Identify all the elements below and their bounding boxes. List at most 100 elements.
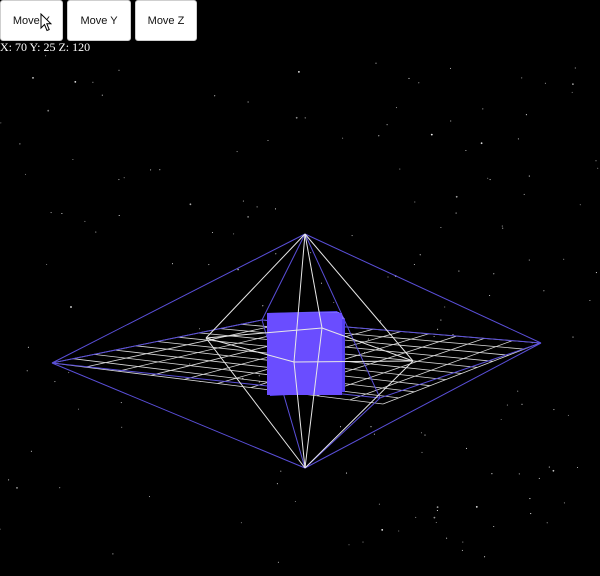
star: [256, 206, 258, 208]
star: [415, 516, 417, 518]
star: [548, 466, 550, 468]
star: [310, 252, 312, 254]
star: [247, 216, 250, 218]
star: [27, 346, 29, 348]
star: [528, 175, 530, 177]
star: [101, 94, 103, 96]
star: [118, 214, 120, 217]
star: [546, 522, 548, 524]
star: [440, 226, 442, 229]
position-readout: X: 70 Y: 25 Z: 120: [0, 40, 91, 54]
star: [92, 81, 94, 83]
star: [446, 537, 448, 539]
star: [120, 402, 122, 404]
star: [493, 273, 495, 275]
star: [50, 212, 52, 214]
star: [19, 143, 21, 145]
star: [339, 426, 342, 428]
star: [112, 553, 114, 555]
star: [70, 306, 72, 308]
cube: [267, 311, 345, 396]
move-z-button[interactable]: Move Z: [135, 0, 197, 41]
star: [465, 447, 468, 449]
star: [373, 433, 375, 435]
star: [475, 506, 478, 508]
star: [121, 426, 123, 428]
star: [440, 319, 442, 321]
star: [433, 335, 435, 338]
star: [280, 470, 282, 472]
star: [595, 272, 597, 274]
star: [387, 276, 389, 278]
star: [171, 263, 174, 265]
star: [367, 338, 369, 340]
star: [465, 149, 467, 152]
star: [198, 328, 201, 330]
3d-viewport[interactable]: [0, 0, 600, 576]
star: [333, 301, 335, 304]
star: [530, 513, 532, 515]
star: [452, 334, 454, 336]
star: [579, 204, 581, 206]
star: [444, 306, 446, 308]
star: [574, 67, 576, 69]
star: [502, 227, 504, 229]
star: [528, 259, 530, 261]
star: [375, 62, 377, 64]
star: [482, 108, 484, 110]
star: [378, 135, 380, 137]
star: [563, 258, 565, 260]
star: [0, 122, 2, 124]
star: [342, 137, 344, 139]
star: [345, 472, 348, 474]
star: [59, 487, 61, 489]
move-y-button[interactable]: Move Y: [67, 0, 131, 41]
star: [521, 77, 523, 79]
star: [123, 177, 125, 179]
star: [563, 502, 565, 504]
star: [54, 381, 56, 383]
star: [240, 522, 242, 524]
star: [298, 71, 300, 73]
star: [236, 151, 238, 153]
star: [274, 208, 277, 210]
star: [525, 114, 527, 116]
star: [398, 530, 400, 532]
star: [408, 77, 410, 79]
star: [233, 233, 235, 235]
star: [567, 414, 569, 416]
star: [159, 169, 161, 171]
star: [529, 498, 531, 500]
star: [399, 168, 401, 170]
star: [552, 469, 555, 472]
star: [320, 282, 323, 284]
star: [32, 77, 34, 79]
star: [370, 426, 372, 428]
star: [211, 231, 214, 234]
star: [84, 220, 86, 222]
star: [16, 487, 18, 489]
cube-face-front: [267, 313, 342, 395]
star: [74, 81, 77, 83]
star: [518, 473, 520, 475]
star: [348, 544, 350, 546]
star: [294, 500, 296, 503]
star: [30, 450, 32, 452]
star: [517, 138, 519, 140]
star: [589, 299, 591, 302]
star: [381, 529, 384, 531]
star: [420, 432, 423, 434]
star: [24, 173, 27, 175]
star: [47, 109, 50, 112]
star: [450, 120, 452, 122]
star: [506, 404, 508, 406]
star: [572, 83, 574, 85]
move-x-button[interactable]: Move X: [0, 0, 63, 41]
star: [418, 82, 420, 84]
star: [414, 201, 416, 203]
star: [436, 509, 438, 512]
star: [491, 473, 493, 475]
star: [362, 541, 364, 543]
star: [461, 549, 463, 551]
star: [455, 195, 458, 198]
